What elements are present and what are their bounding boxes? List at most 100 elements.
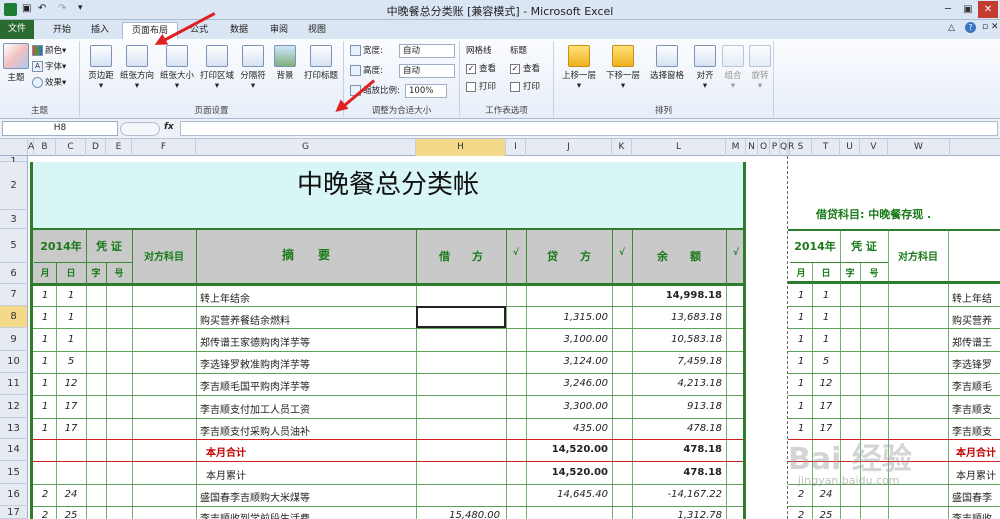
credit-cell[interactable]: 14,645.40 <box>528 489 608 500</box>
summary-cell[interactable]: 转上年结余 <box>200 290 410 305</box>
summary-cell[interactable]: 李吉顺收到学前段生活费 <box>200 510 410 519</box>
credit-cell[interactable]: 3,246.00 <box>528 378 608 389</box>
rotate-button[interactable]: 旋转 ▾ <box>748 45 772 91</box>
summary-cell[interactable]: 李吉顺支付采购人员油补 <box>200 423 410 438</box>
column-header[interactable]: V <box>860 139 888 156</box>
send-backward-button[interactable]: 下移一层 ▾ <box>602 45 644 91</box>
name-box[interactable]: H8 <box>2 121 118 136</box>
selection-pane-button[interactable]: 选择窗格 <box>646 45 688 81</box>
cumulative-label[interactable]: 本月累计 <box>206 467 406 482</box>
credit-cell[interactable]: 1,315.00 <box>528 312 608 323</box>
print-titles-button[interactable]: 打印标题 <box>302 45 340 81</box>
tab-data[interactable]: 数据 <box>222 22 256 39</box>
month-cell[interactable]: 1 <box>792 423 810 434</box>
summary-cell[interactable]: 李选锋罗敕准购肉洋芋等 <box>200 356 410 371</box>
balance-cell[interactable]: 7,459.18 <box>634 356 722 367</box>
orientation-button[interactable]: 纸张方向 ▾ <box>118 45 156 91</box>
row-header-selected[interactable]: 8 <box>0 306 28 328</box>
month-cell[interactable]: 1 <box>792 334 810 345</box>
row-header[interactable]: 6 <box>0 263 28 284</box>
column-header[interactable]: B <box>34 139 56 156</box>
summary-cell[interactable]: 盛国春李 <box>952 489 1000 504</box>
balance-cumulative-cell[interactable]: 478.18 <box>634 467 722 478</box>
month-cell[interactable]: 1 <box>36 312 54 323</box>
row-header[interactable]: 16 <box>0 484 28 506</box>
active-cell-h8[interactable] <box>416 306 506 328</box>
column-header[interactable]: G <box>196 139 416 156</box>
balance-cell[interactable]: 13,683.18 <box>634 312 722 323</box>
month-cell[interactable]: 1 <box>36 356 54 367</box>
month-cell[interactable]: 1 <box>36 401 54 412</box>
credit-cell[interactable]: 3,300.00 <box>528 401 608 412</box>
month-cell[interactable]: 2 <box>36 510 54 519</box>
balance-cell[interactable]: 14,998.18 <box>634 290 722 301</box>
bring-forward-button[interactable]: 上移一层 ▾ <box>558 45 600 91</box>
month-cell[interactable]: 1 <box>36 378 54 389</box>
balance-cell[interactable]: 4,213.18 <box>634 378 722 389</box>
column-header[interactable]: T <box>812 139 840 156</box>
tab-file[interactable]: 文件 <box>0 20 34 39</box>
column-header[interactable]: K <box>612 139 632 156</box>
row-header[interactable]: 12 <box>0 395 28 418</box>
summary-cell[interactable]: 郑传谱王家德购肉洋芋等 <box>200 334 410 349</box>
summary-cell[interactable]: 转上年结 <box>952 290 1000 305</box>
width-select[interactable]: 自动 <box>399 43 455 58</box>
balance-cell[interactable]: 478.18 <box>634 423 722 434</box>
size-button[interactable]: 纸张大小 ▾ <box>158 45 196 91</box>
row-header[interactable]: 14 <box>0 439 28 461</box>
breaks-button[interactable]: 分隔符 ▾ <box>238 45 268 91</box>
credit-cell[interactable]: 3,124.00 <box>528 356 608 367</box>
month-total-label[interactable]: 本月合计 <box>206 444 406 459</box>
summary-cell[interactable]: 李吉顺支付加工人员工资 <box>200 401 410 416</box>
close-button[interactable]: ✕ <box>978 1 998 18</box>
effects-button[interactable]: 效果▾ <box>32 75 66 91</box>
column-header[interactable]: P <box>770 139 780 156</box>
month-cell[interactable]: 1 <box>792 401 810 412</box>
group-button[interactable]: 组合 ▾ <box>720 45 746 91</box>
background-button[interactable]: 背景 <box>272 45 298 81</box>
gridlines-print-checkbox[interactable]: 打印 <box>466 79 496 95</box>
day-cell[interactable]: 24 <box>814 489 838 500</box>
month-cell[interactable]: 1 <box>36 290 54 301</box>
column-header-selected[interactable]: H <box>416 139 506 156</box>
align-button[interactable]: 对齐 ▾ <box>692 45 718 91</box>
row-header[interactable]: 2 <box>0 162 28 210</box>
column-header[interactable]: M <box>726 139 746 156</box>
day-cell[interactable]: 1 <box>58 334 84 345</box>
row-header[interactable]: 15 <box>0 461 28 484</box>
summary-cell[interactable]: 李吉顺收 <box>952 510 1000 519</box>
day-cell[interactable]: 1 <box>814 290 838 301</box>
column-header[interactable]: N <box>746 139 758 156</box>
summary-cell[interactable]: 李吉顺支 <box>952 423 1000 438</box>
day-cell[interactable]: 17 <box>58 423 84 434</box>
month-cell[interactable]: 1 <box>36 334 54 345</box>
scale-spinner[interactable]: 100% <box>405 83 447 98</box>
balance-total-cell[interactable]: 478.18 <box>634 444 722 455</box>
day-cell[interactable]: 12 <box>814 378 838 389</box>
worksheet-grid[interactable]: 中晚餐总分类帐 2014年 凭 证 对方科目 摘 要 借 方 √ 贷 方 √ 余… <box>28 156 1000 519</box>
headings-print-checkbox[interactable]: 打印 <box>510 79 540 95</box>
row-header[interactable]: 5 <box>0 229 28 263</box>
tab-insert[interactable]: 插入 <box>82 22 118 39</box>
row-header[interactable]: 9 <box>0 328 28 351</box>
print-area-button[interactable]: 打印区域 ▾ <box>198 45 236 91</box>
summary-cell[interactable]: 购买营养餐结余燃料 <box>200 312 410 327</box>
tab-formulas[interactable]: 公式 <box>182 22 216 39</box>
row-header[interactable]: 17 <box>0 506 28 519</box>
row-header[interactable]: 11 <box>0 373 28 395</box>
summary-cell[interactable]: 李选锋罗 <box>952 356 1000 371</box>
workbook-controls-icon[interactable]: ▫ ✕ <box>982 22 999 32</box>
column-header[interactable]: U <box>840 139 860 156</box>
month-cell[interactable]: 2 <box>792 510 810 519</box>
day-cell[interactable]: 25 <box>814 510 838 519</box>
column-header[interactable]: W <box>888 139 950 156</box>
column-header[interactable]: C <box>56 139 86 156</box>
credit-cell[interactable]: 3,100.00 <box>528 334 608 345</box>
margins-button[interactable]: 页边距 ▾ <box>84 45 118 91</box>
month-cell[interactable]: 1 <box>792 290 810 301</box>
month-cell[interactable]: 2 <box>36 489 54 500</box>
select-all-corner[interactable] <box>0 139 28 156</box>
tab-view[interactable]: 视图 <box>300 22 334 39</box>
column-header[interactable]: F <box>132 139 196 156</box>
day-cell[interactable]: 1 <box>58 290 84 301</box>
